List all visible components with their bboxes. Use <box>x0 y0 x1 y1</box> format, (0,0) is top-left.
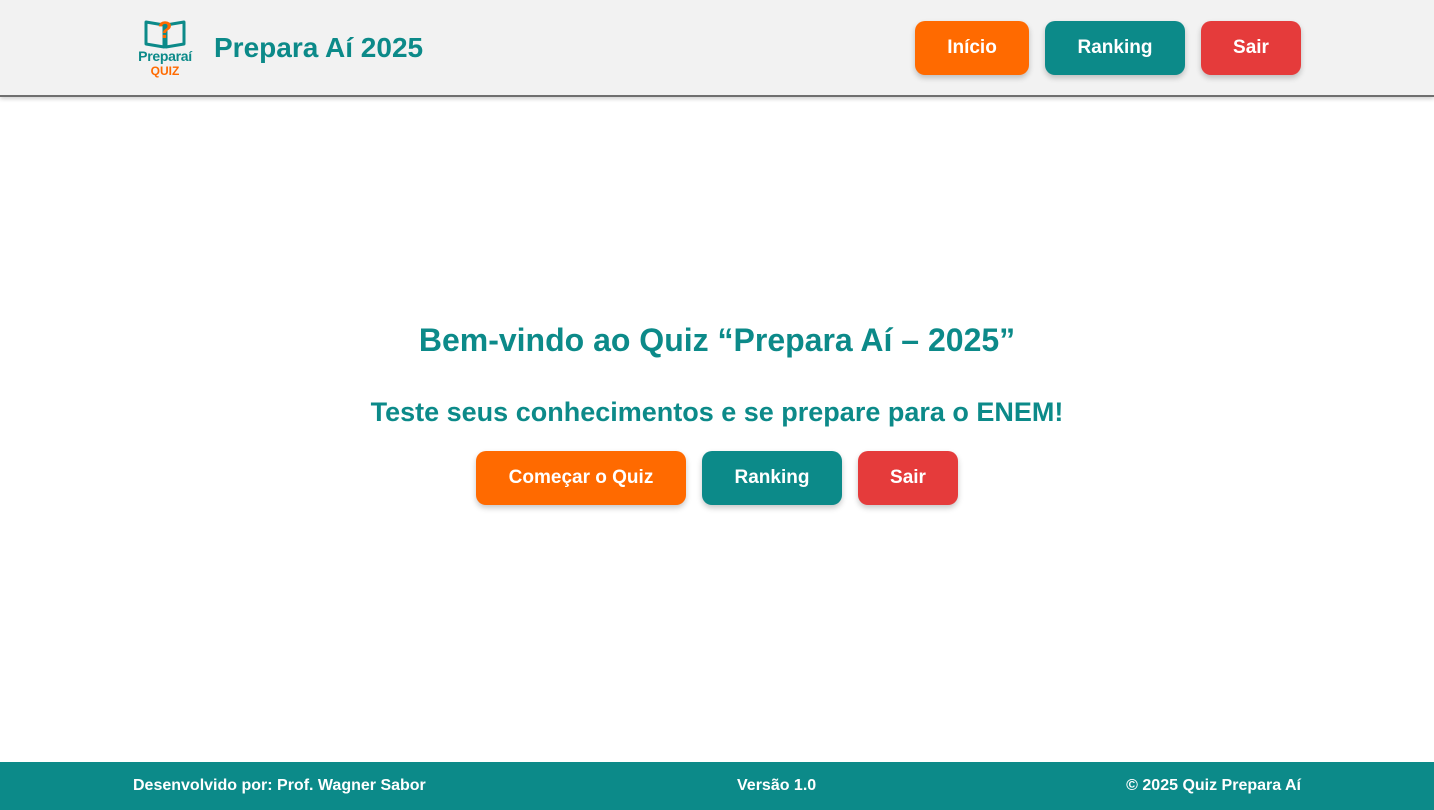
nav-home-button[interactable]: Início <box>915 21 1029 75</box>
app-title: Prepara Aí 2025 <box>214 32 424 63</box>
book-question-icon: ? <box>144 17 186 49</box>
svg-text:?: ? <box>158 17 173 44</box>
footer-credit: Desenvolvido por: Prof. Wagner Sabor <box>133 777 426 794</box>
start-quiz-button[interactable]: Começar o Quiz <box>476 451 686 505</box>
exit-button[interactable]: Sair <box>858 451 958 505</box>
ranking-button[interactable]: Ranking <box>702 451 842 505</box>
app-logo: ? Preparaí QUIZ <box>133 16 197 80</box>
nav-exit-button[interactable]: Sair <box>1201 21 1301 75</box>
header-bar: ? Preparaí QUIZ Prepara Aí 2025 Início R… <box>0 0 1434 97</box>
nav-ranking-button[interactable]: Ranking <box>1045 21 1185 75</box>
footer-bar: Desenvolvido por: Prof. Wagner Sabor Ver… <box>0 762 1434 810</box>
logo-quiz-label: QUIZ <box>150 64 180 78</box>
welcome-subtitle: Teste seus conhecimentos e se prepare pa… <box>370 397 1064 427</box>
footer-copyright: © 2025 Quiz Prepara Aí <box>1126 777 1301 794</box>
logo-wordmark: Preparaí <box>138 48 192 64</box>
welcome-title: Bem-vindo ao Quiz “Prepara Aí – 2025” <box>418 322 1016 358</box>
footer-version: Versão 1.0 <box>737 777 817 794</box>
page: ? Preparaí QUIZ Prepara Aí 2025 Início R… <box>0 0 1434 810</box>
